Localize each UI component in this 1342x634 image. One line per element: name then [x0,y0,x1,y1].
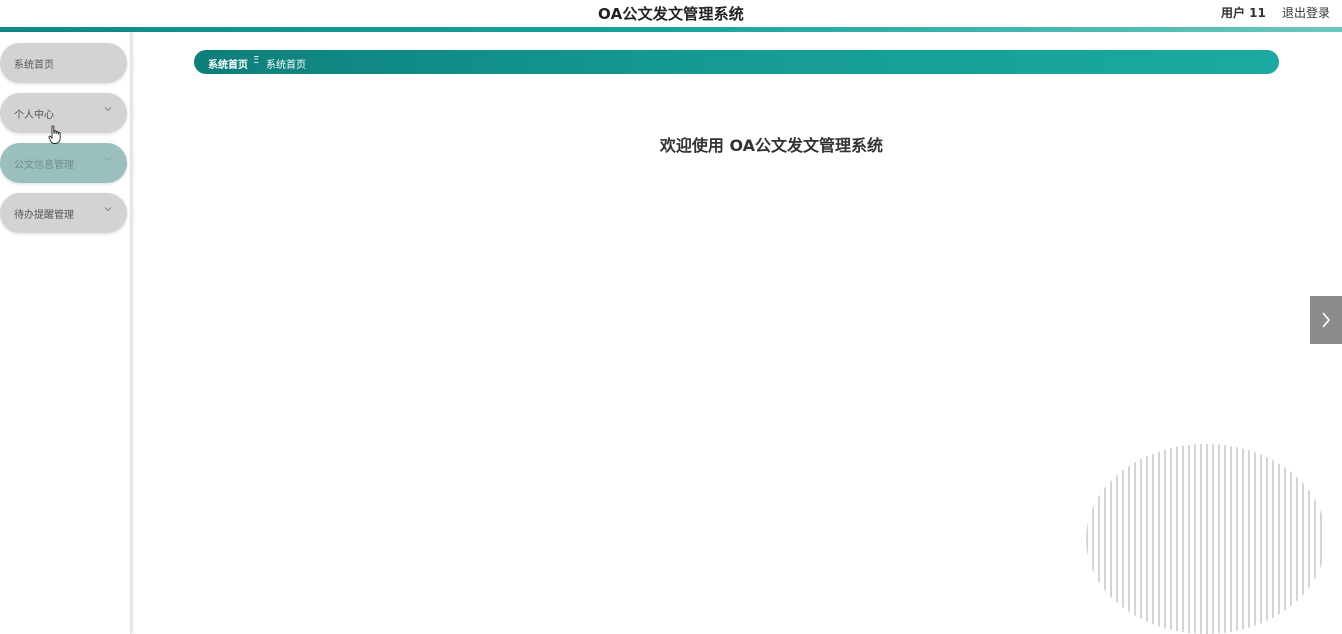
sidebar-item-todo-reminder[interactable]: 待办提醒管理 [0,193,127,233]
chevron-down-icon [104,157,112,162]
page: OA公文发文管理系统 用户 11 退出登录 系统首页 个人中心 公文信息管理 待… [0,0,1342,634]
chevron-down-icon [104,207,112,212]
sidebar-item-label: 待办提醒管理 [14,210,74,221]
app-title: OA公文发文管理系统 [598,5,744,23]
welcome-title: 欢迎使用 OA公文发文管理系统 [659,136,884,155]
sidebar-item-label: 系统首页 [14,60,54,71]
breadcrumb-separator: Ξ [253,55,260,66]
current-user: 用户 11 [1221,6,1266,20]
next-button[interactable] [1310,296,1342,344]
top-header: OA公文发文管理系统 用户 11 退出登录 [0,0,1342,27]
chevron-down-icon [104,107,112,112]
sidebar-item-label: 公文信息管理 [14,160,74,171]
sidebar: 系统首页 个人中心 公文信息管理 待办提醒管理 [0,32,131,634]
breadcrumb: 系统首页 Ξ 系统首页 [194,50,1279,74]
hand-pointer-icon [48,125,61,144]
header-accent-bar [0,27,1342,32]
sidebar-item-personal-center[interactable]: 个人中心 [0,93,127,133]
sidebar-item-document-management[interactable]: 公文信息管理 [0,143,127,183]
logout-link[interactable]: 退出登录 [1282,4,1330,21]
decorative-striped-circle [1086,444,1326,634]
sidebar-item-label: 个人中心 [14,110,54,121]
breadcrumb-current: 系统首页 [266,60,306,71]
sidebar-item-home[interactable]: 系统首页 [0,43,127,83]
chevron-right-icon [1322,312,1331,328]
breadcrumb-home-link[interactable]: 系统首页 [208,56,248,71]
